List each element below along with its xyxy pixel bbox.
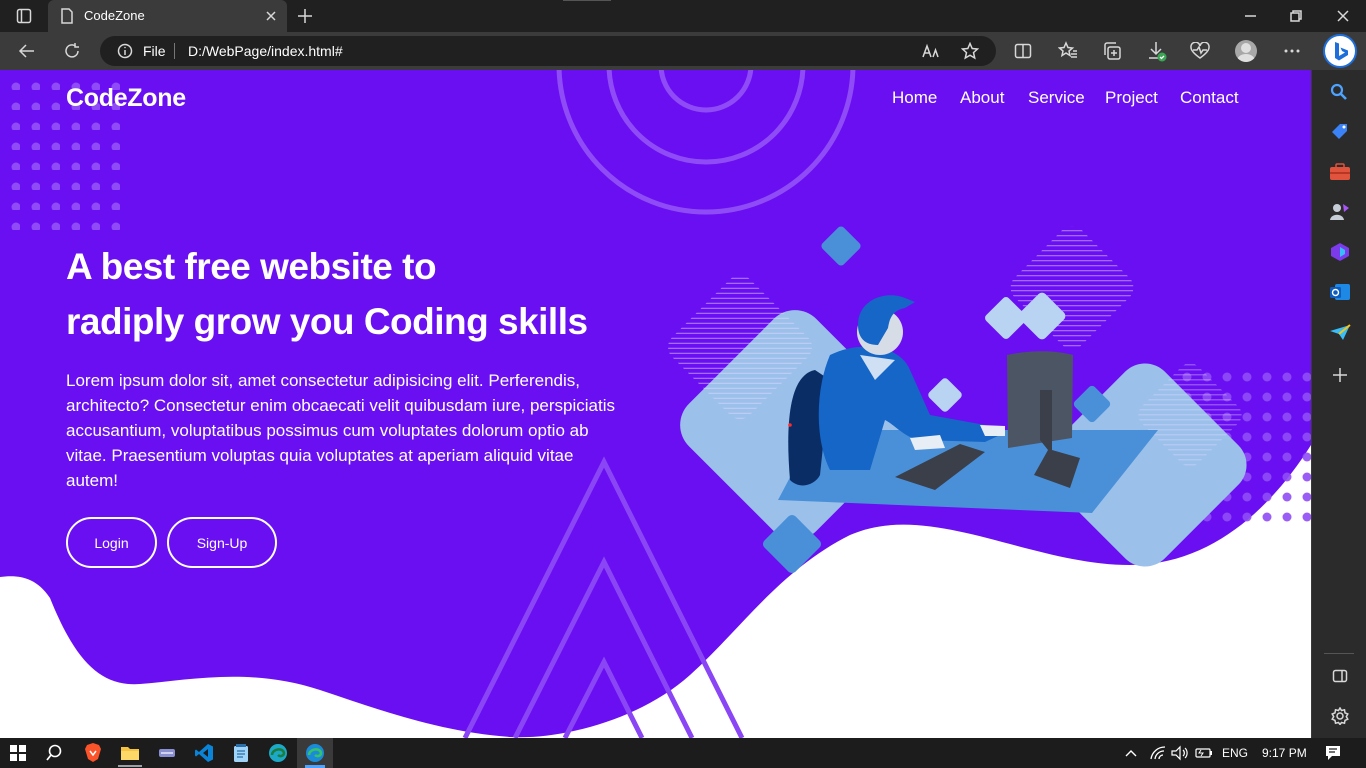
notifications-icon[interactable]: [1325, 745, 1341, 761]
signup-button[interactable]: Sign-Up: [167, 517, 277, 568]
split-screen-icon[interactable]: [1014, 42, 1032, 60]
back-icon[interactable]: [18, 42, 36, 60]
edge-active-app[interactable]: [297, 738, 333, 768]
tab-actions-icon[interactable]: [16, 8, 32, 24]
url-divider: [174, 43, 175, 59]
notepad-icon[interactable]: [232, 743, 250, 763]
downloads-icon[interactable]: [1147, 41, 1169, 63]
vscode-icon[interactable]: [194, 743, 214, 763]
volume-icon[interactable]: [1171, 745, 1189, 761]
new-tab-icon[interactable]: [297, 8, 313, 24]
outlook-icon[interactable]: [1329, 282, 1351, 302]
edge-icon[interactable]: [268, 743, 288, 763]
wifi-icon[interactable]: [1149, 745, 1167, 761]
close-tab-icon[interactable]: [266, 11, 276, 21]
taskbar-search-icon[interactable]: [46, 744, 64, 762]
browser-tab-bar: CodeZone: [0, 0, 1366, 32]
windows-taskbar: ENG 9:17 PM: [0, 738, 1366, 768]
url-text[interactable]: D:/WebPage/index.html#: [188, 43, 343, 59]
games-icon[interactable]: [1329, 202, 1351, 222]
windows-start-icon[interactable]: [10, 745, 26, 761]
hero-title-line1: A best free website to: [66, 246, 437, 287]
more-options-icon[interactable]: [1284, 49, 1300, 53]
web-page: CodeZone Home About Service Project Cont…: [0, 70, 1311, 738]
hide-sidebar-icon[interactable]: [1332, 668, 1348, 684]
app-icon-generic[interactable]: [158, 745, 176, 761]
language-indicator[interactable]: ENG: [1222, 746, 1248, 760]
tab-title: CodeZone: [84, 8, 145, 23]
profile-avatar[interactable]: [1235, 40, 1257, 62]
browser-sidebar: [1311, 70, 1366, 738]
info-icon[interactable]: [117, 43, 133, 59]
sidebar-divider: [1324, 653, 1354, 654]
drag-region: [563, 0, 611, 1]
send-drop-icon[interactable]: [1329, 323, 1351, 341]
favorites-icon[interactable]: [1058, 41, 1078, 61]
site-logo[interactable]: CodeZone: [66, 84, 186, 113]
browser-toolbar: File D:/WebPage/index.html#: [0, 32, 1366, 70]
collections-icon[interactable]: [1102, 41, 1122, 61]
edge-active-icon: [306, 744, 324, 762]
nav-contact[interactable]: Contact: [1180, 88, 1239, 108]
add-sidebar-app-icon[interactable]: [1332, 367, 1348, 383]
battery-icon[interactable]: [1195, 747, 1213, 759]
url-scheme-label: File: [143, 43, 166, 59]
login-button[interactable]: Login: [66, 517, 157, 568]
show-hidden-icons-icon[interactable]: [1125, 749, 1137, 757]
close-window-button[interactable]: [1320, 0, 1366, 32]
explorer-running-indicator: [118, 765, 142, 767]
bing-copilot-button[interactable]: [1323, 34, 1357, 68]
file-explorer-icon[interactable]: [120, 744, 140, 762]
close-icon: [1337, 10, 1349, 22]
brave-browser-icon[interactable]: [84, 743, 102, 763]
favorite-star-icon[interactable]: [961, 42, 979, 60]
settings-gear-icon[interactable]: [1331, 707, 1349, 725]
microsoft-365-icon[interactable]: [1329, 242, 1351, 262]
restore-icon[interactable]: [1290, 10, 1302, 22]
nav-service[interactable]: Service: [1028, 88, 1085, 108]
browser-tab[interactable]: CodeZone: [48, 0, 287, 32]
hero-title-line2: radiply grow you Coding skills: [66, 301, 588, 342]
nav-project[interactable]: Project: [1105, 88, 1158, 108]
minimize-icon[interactable]: [1245, 15, 1257, 17]
performance-heart-icon[interactable]: [1190, 42, 1210, 60]
tools-icon[interactable]: [1329, 163, 1351, 181]
clock[interactable]: 9:17 PM: [1262, 746, 1307, 760]
nav-about[interactable]: About: [960, 88, 1004, 108]
bing-icon: [1335, 42, 1348, 61]
nav-home[interactable]: Home: [892, 88, 937, 108]
search-icon[interactable]: [1330, 83, 1348, 101]
read-aloud-icon[interactable]: [922, 43, 940, 59]
hero-paragraph: Lorem ipsum dolor sit, amet consectetur …: [66, 371, 615, 490]
shopping-tag-icon[interactable]: [1330, 122, 1350, 142]
address-bar[interactable]: File D:/WebPage/index.html#: [100, 36, 996, 66]
refresh-icon[interactable]: [63, 42, 81, 60]
page-icon: [61, 8, 73, 24]
